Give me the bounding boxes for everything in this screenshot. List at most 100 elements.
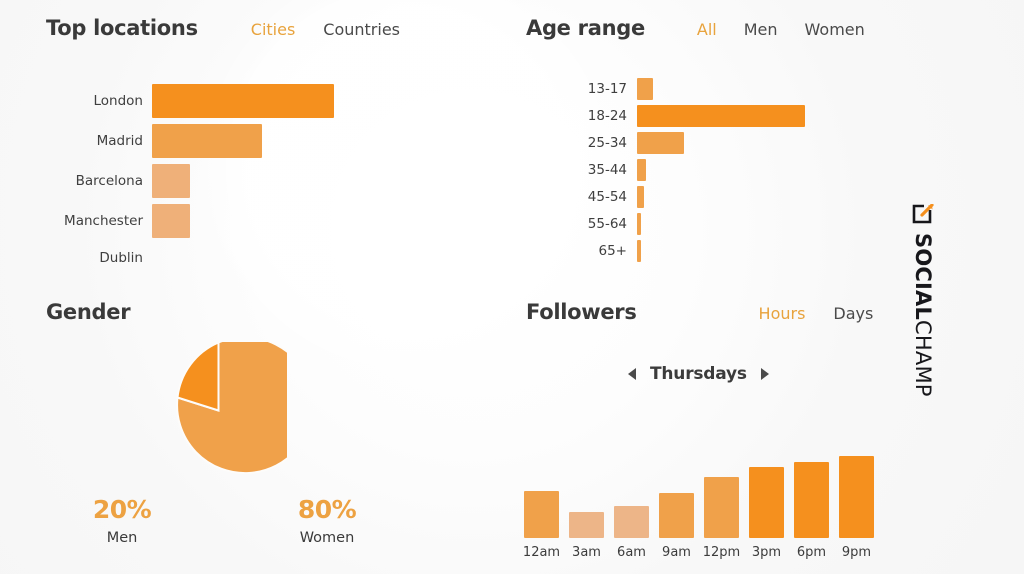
top-locations-panel: Top locations Cities Countries	[46, 16, 466, 40]
followers-col-9am: 9am	[659, 493, 694, 560]
chevron-left-icon[interactable]	[628, 368, 636, 380]
followers-bar-9pm[interactable]	[839, 456, 874, 538]
followers-col-12pm: 12pm	[702, 477, 741, 560]
legend-pct-men: 20%	[92, 495, 152, 524]
followers-col-12am: 12am	[522, 491, 561, 560]
followers-col-6pm: 6pm	[794, 462, 829, 560]
followers-label-6pm: 6pm	[796, 545, 827, 560]
followers-bar-6pm[interactable]	[794, 462, 829, 538]
followers-tabs: Hours Days	[759, 304, 874, 323]
legend-pct-women: 80%	[297, 495, 357, 524]
tab-cities[interactable]: Cities	[251, 20, 296, 39]
socialchamp-check-icon	[912, 203, 934, 226]
followers-bar-6am[interactable]	[614, 506, 649, 538]
age-range-chart: 13-17 18-24 25-34 35-44 45-54 55-64 65+	[490, 78, 970, 262]
age-row-13-17: 13-17	[490, 78, 970, 100]
followers-label-12pm: 12pm	[702, 545, 741, 560]
followers-chart: 12am 3am 6am 9am 12pm 3pm 6pm 9pm	[522, 440, 874, 560]
tab-countries[interactable]: Countries	[323, 20, 400, 39]
age-bar-65-plus[interactable]	[637, 240, 641, 262]
age-row-35-44: 35-44	[490, 159, 970, 181]
age-range-panel: Age range All Men Women	[526, 16, 946, 40]
age-range-tabs: All Men Women	[697, 20, 865, 39]
followers-bar-3pm[interactable]	[749, 467, 784, 538]
location-label-madrid: Madrid	[96, 133, 143, 149]
pie-slice-men[interactable]	[176, 340, 220, 412]
tab-days[interactable]: Days	[833, 304, 873, 323]
dashboard-root: Top locations Cities Countries London Ma…	[0, 0, 1024, 574]
age-label-18-24: 18-24	[587, 108, 627, 124]
tab-men[interactable]: Men	[744, 20, 778, 39]
age-label-25-34: 25-34	[587, 135, 627, 151]
followers-title: Followers	[526, 300, 637, 324]
location-bar-madrid[interactable]	[152, 124, 262, 158]
day-navigator: Thursdays	[628, 364, 769, 384]
age-row-25-34: 25-34	[490, 132, 970, 154]
location-row-dublin: Dublin	[0, 244, 460, 272]
age-range-header: Age range All Men Women	[526, 16, 946, 40]
socialchamp-logo-text: SOCIALCHAMP	[911, 233, 935, 397]
legend-item-women: 80% Women	[262, 496, 392, 546]
followers-bar-3am[interactable]	[569, 512, 604, 538]
followers-label-9am: 9am	[662, 545, 691, 560]
followers-header: Followers Hours Days	[526, 300, 926, 324]
legend-name-men: Men	[106, 529, 138, 546]
legend-item-men: 20% Men	[62, 496, 182, 546]
top-locations-title: Top locations	[46, 16, 198, 40]
top-locations-header: Top locations Cities Countries	[46, 16, 466, 40]
day-navigator-label: Thursdays	[650, 364, 747, 384]
age-bar-18-24[interactable]	[637, 105, 805, 127]
age-label-55-64: 55-64	[587, 216, 627, 232]
followers-col-6am: 6am	[614, 506, 649, 560]
followers-bar-12pm[interactable]	[704, 477, 739, 538]
followers-label-6am: 6am	[617, 545, 646, 560]
followers-bar-12am[interactable]	[524, 491, 559, 538]
location-label-barcelona: Barcelona	[75, 173, 143, 189]
location-label-manchester: Manchester	[64, 213, 143, 229]
age-bar-25-34[interactable]	[637, 132, 684, 154]
tab-all[interactable]: All	[697, 20, 717, 39]
followers-bar-9am[interactable]	[659, 493, 694, 538]
chevron-right-icon[interactable]	[760, 368, 769, 380]
location-bar-barcelona[interactable]	[152, 164, 190, 198]
followers-label-9pm: 9pm	[841, 545, 872, 560]
location-row-london: London	[0, 84, 460, 118]
location-bar-london[interactable]	[152, 84, 334, 118]
location-row-barcelona: Barcelona	[0, 164, 460, 198]
tab-women[interactable]: Women	[805, 20, 865, 39]
followers-label-3pm: 3pm	[751, 545, 782, 560]
followers-col-3am: 3am	[569, 512, 604, 560]
age-label-45-54: 45-54	[587, 189, 627, 205]
age-row-45-54: 45-54	[490, 186, 970, 208]
age-range-title: Age range	[526, 16, 645, 40]
age-bar-45-54[interactable]	[637, 186, 644, 208]
socialchamp-logo: SOCIALCHAMP	[901, 203, 945, 414]
followers-label-3am: 3am	[572, 545, 601, 560]
age-row-18-24: 18-24	[490, 105, 970, 127]
age-row-55-64: 55-64	[490, 213, 970, 235]
age-row-65-plus: 65+	[490, 240, 970, 262]
legend-name-women: Women	[299, 529, 355, 546]
gender-title: Gender	[46, 300, 131, 324]
logo-bold-part: SOCIAL	[911, 233, 935, 321]
location-label-dublin: Dublin	[99, 250, 143, 266]
age-label-65-plus: 65+	[598, 243, 628, 259]
followers-col-9pm: 9pm	[839, 456, 874, 560]
gender-legend: 20% Men 80% Women	[62, 496, 392, 546]
age-bar-55-64[interactable]	[637, 213, 641, 235]
gender-panel: Gender	[46, 300, 131, 324]
location-row-manchester: Manchester	[0, 204, 460, 238]
location-row-madrid: Madrid	[0, 124, 460, 158]
top-locations-tabs: Cities Countries	[251, 20, 400, 39]
age-bar-13-17[interactable]	[637, 78, 653, 100]
age-bar-35-44[interactable]	[637, 159, 646, 181]
pie-svg	[176, 336, 315, 475]
followers-label-12am: 12am	[522, 545, 561, 560]
gender-pie-chart	[150, 336, 315, 479]
location-bar-manchester[interactable]	[152, 204, 190, 238]
followers-col-3pm: 3pm	[749, 467, 784, 560]
age-label-13-17: 13-17	[587, 81, 627, 97]
tab-hours[interactable]: Hours	[759, 304, 806, 323]
followers-panel: Followers Hours Days	[526, 300, 926, 324]
age-label-35-44: 35-44	[587, 162, 627, 178]
